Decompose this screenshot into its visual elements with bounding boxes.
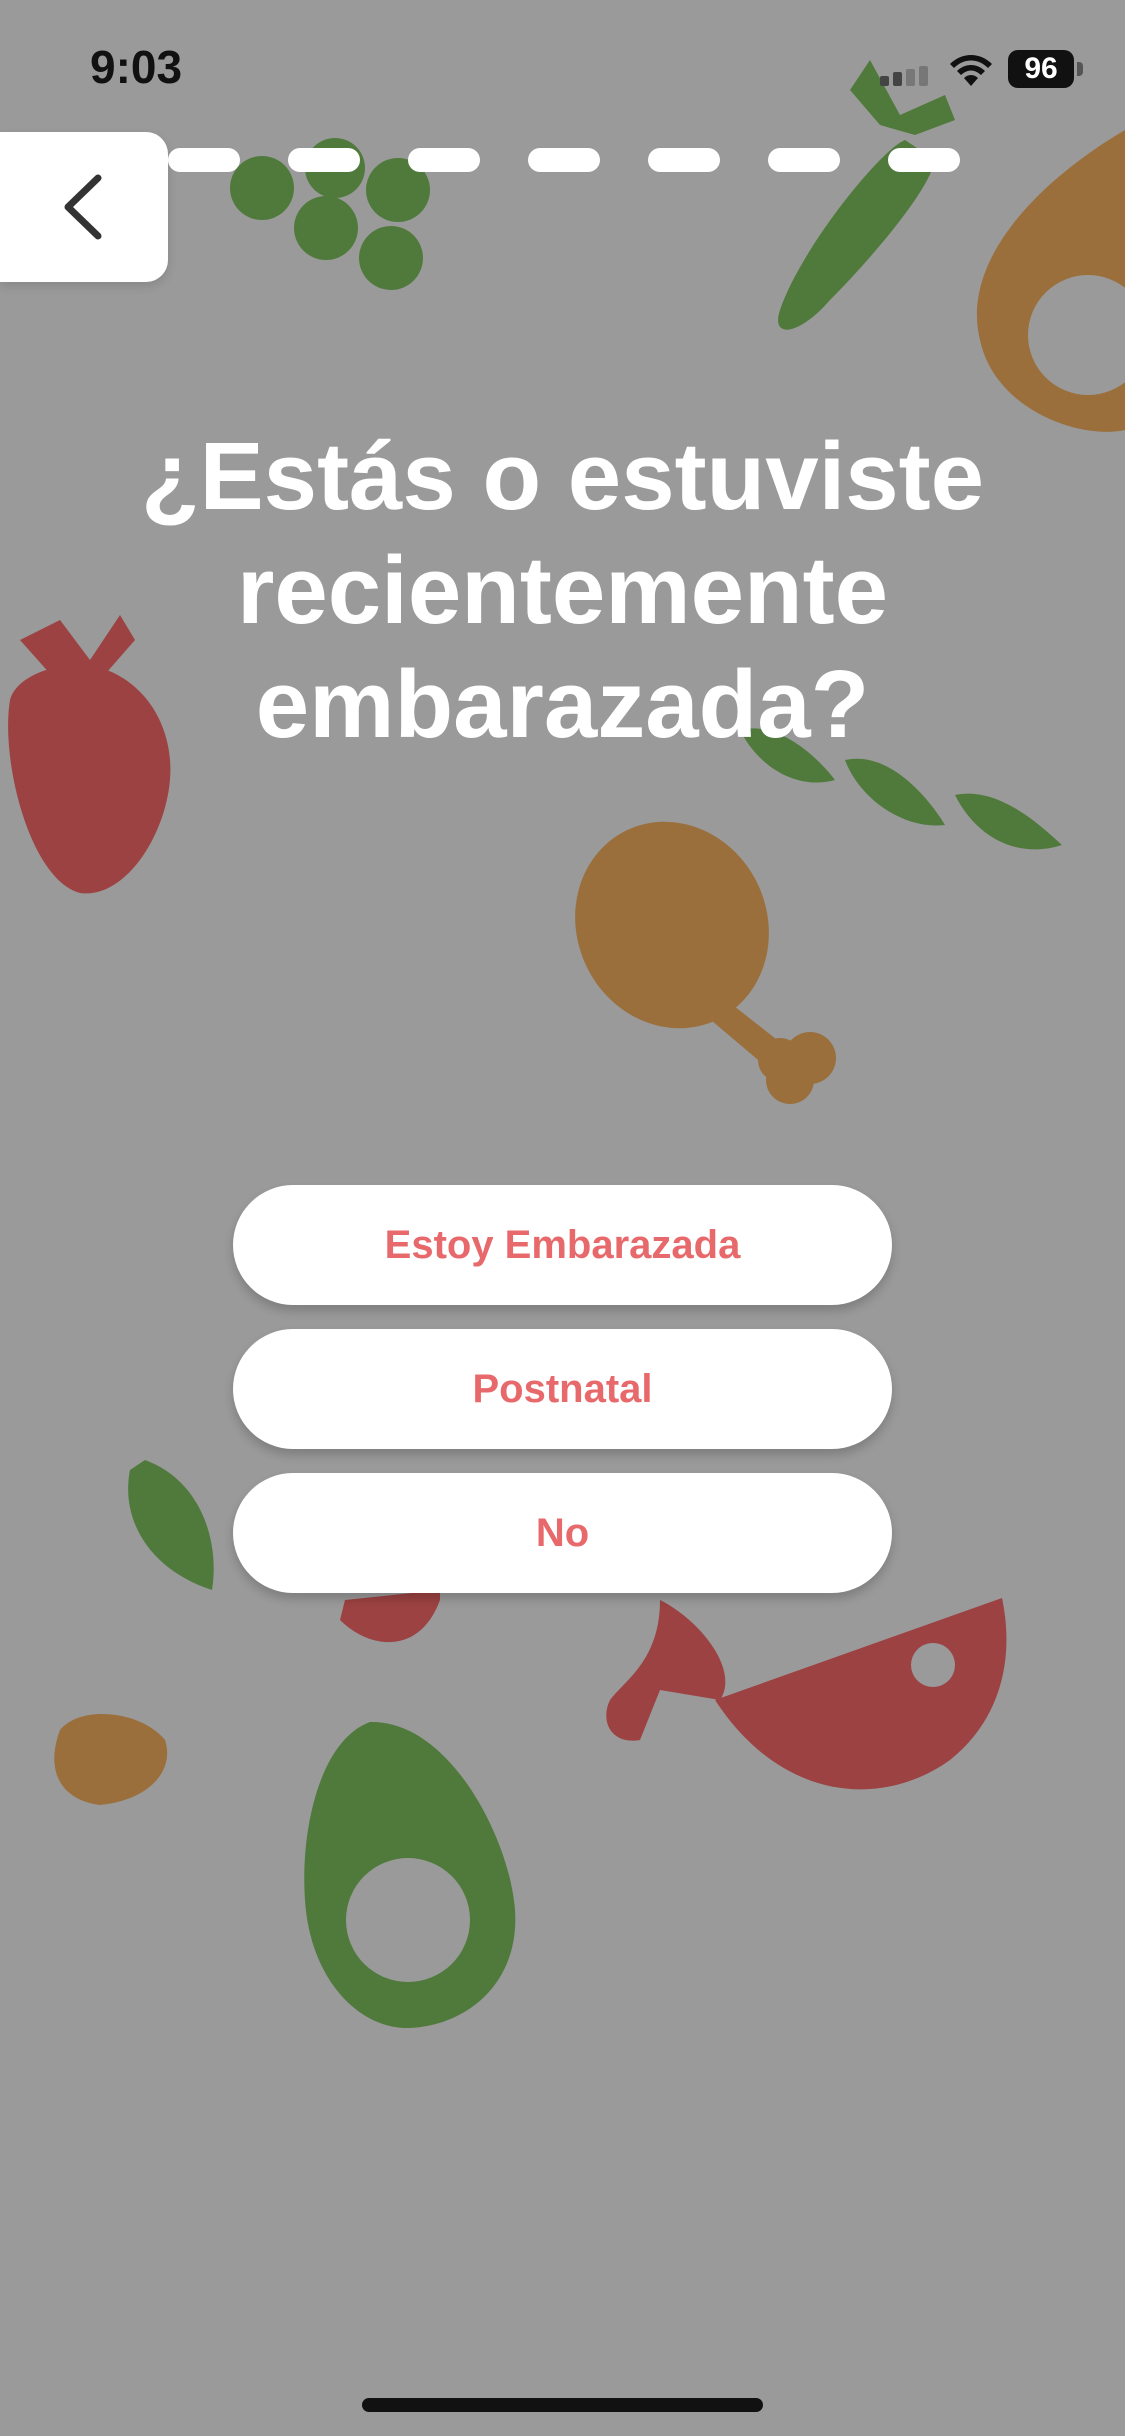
status-time: 9:03 [90, 41, 183, 93]
wifi-icon [950, 55, 992, 86]
progress-step [168, 148, 240, 172]
avocado-half-icon [304, 1721, 516, 2029]
progress-step [288, 148, 360, 172]
bread-icon [54, 1713, 168, 1805]
question-line: embarazada? [255, 651, 870, 758]
question-line: ¿Estás o estuviste [141, 423, 984, 530]
question-line: recientemente [237, 537, 888, 644]
progress-step [768, 148, 840, 172]
progress-step [888, 148, 960, 172]
answer-options: Estoy Embarazada Postnatal No [233, 1185, 892, 1617]
progress-step [528, 148, 600, 172]
option-no-button[interactable]: No [233, 1473, 892, 1593]
battery-level: 96 [1024, 52, 1058, 85]
status-bar: 9:03 96 [0, 0, 1125, 140]
option-postnatal-button[interactable]: Postnatal [233, 1329, 892, 1449]
option-pregnant-button[interactable]: Estoy Embarazada [233, 1185, 892, 1305]
progress-step [408, 148, 480, 172]
back-button[interactable] [0, 132, 168, 282]
progress-indicator [168, 148, 968, 172]
tomato-half-icon [715, 1598, 1007, 1790]
signal-icon [880, 66, 928, 86]
avocado-slice-icon [976, 130, 1125, 432]
battery-tip [1077, 62, 1083, 76]
question-title: ¿Estás o estuviste recientemente embaraz… [100, 420, 1025, 762]
progress-step [648, 148, 720, 172]
drumstick-icon [575, 821, 836, 1104]
home-indicator[interactable] [362, 2398, 763, 2412]
leaf-icon [128, 1460, 214, 1590]
pepper-icon [606, 1600, 726, 1741]
chevron-left-icon [64, 174, 102, 240]
battery-icon: 96 [1008, 50, 1074, 88]
